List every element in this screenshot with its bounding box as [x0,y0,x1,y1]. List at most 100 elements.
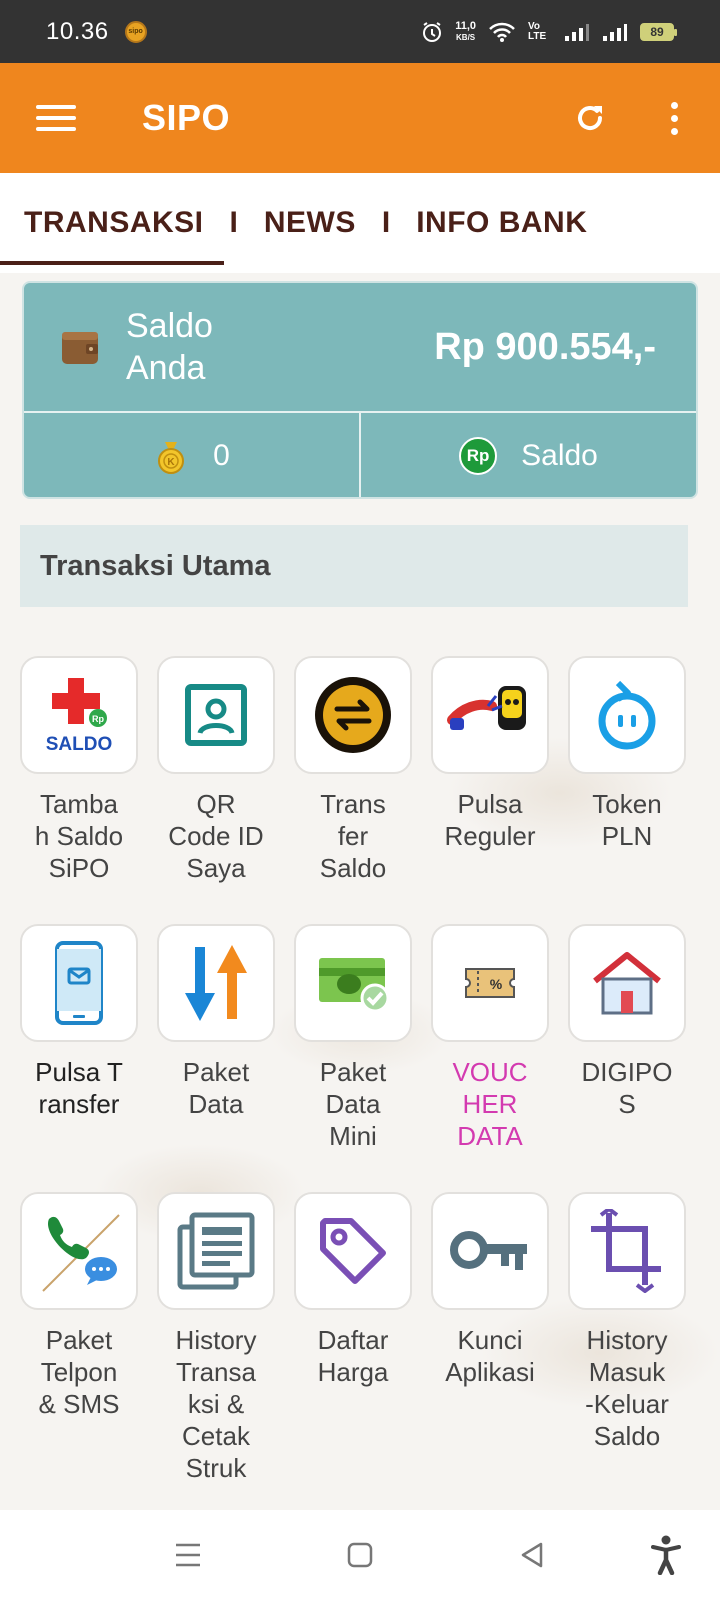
menu-tile[interactable] [20,1192,138,1310]
menu-tile[interactable] [568,656,686,774]
menu-tile[interactable] [157,924,275,1042]
menu-label-line: Daftar [317,1325,389,1355]
menu-item-transfer-saldo[interactable]: Trans fer Saldo [294,656,412,884]
svg-text:%: % [490,976,503,992]
menu-label-line: Struk [185,1453,247,1483]
menu-item-paket-data[interactable]: Paket Data [157,924,275,1120]
app-bar: SIPO [0,63,720,173]
menu-item-paket-data-mini[interactable]: Paket Data Mini [294,924,412,1152]
status-icons: 11,0 KB/S Vo LTE 89 [421,20,677,43]
menu-label-line: VOUC [452,1057,528,1087]
menu-tile[interactable] [294,656,412,774]
menu-item-pulsa-transfer[interactable]: Pulsa T ransfer [20,924,138,1120]
menu-tile[interactable] [568,924,686,1042]
menu-label-line: -Keluar [585,1389,669,1419]
status-bar: 10.36 sipo 11,0 KB/S Vo LTE 89 [0,0,720,63]
back-icon[interactable] [512,1535,552,1575]
phone-sms-icon [42,1214,120,1292]
menu-item-digipos[interactable]: DIGIPO S [568,924,686,1120]
menu-label-line: Mini [329,1121,377,1151]
section-header: Transaksi Utama [20,525,688,607]
menu-label: Kunci Aplikasi [431,1324,549,1388]
menu-label-line: Pulsa T [35,1057,123,1087]
hamburger-icon[interactable] [36,98,76,138]
menu-label-line: DATA [457,1121,523,1151]
menu-label: Paket Data [157,1056,275,1120]
menu-label-line: HER [462,1089,518,1119]
tab-news[interactable]: NEWS [264,206,356,240]
wallet-icon [62,332,98,364]
speed-unit: KB/S [456,32,476,42]
menu-item-token-pln[interactable]: Token PLN [568,656,686,852]
menu-item-tambah-saldo[interactable]: Rp SALDO Tamba h Saldo SiPO [20,656,138,884]
menu-tile[interactable] [157,656,275,774]
menu-label-line: Masuk [588,1357,666,1387]
menu-item-history-saldo[interactable]: History Masuk -Keluar Saldo [568,1192,686,1452]
signal-1-icon [565,23,589,41]
alarm-icon [423,21,442,42]
battery-level: 89 [650,24,664,39]
menu-item-history-transaksi[interactable]: History Transa ksi & Cetak Struk [157,1192,275,1484]
svg-text:Rp: Rp [92,714,104,724]
tab-separator: I [381,206,391,239]
menu-item-kunci-aplikasi[interactable]: Kunci Aplikasi [431,1192,549,1388]
balance-actions: K 0 Rp Saldo [24,413,696,497]
menu-tile[interactable] [568,1192,686,1310]
menu-label: DIGIPO S [568,1056,686,1120]
menu-label: Trans fer Saldo [294,788,412,884]
accessibility-icon[interactable] [646,1532,686,1578]
menu-label-line: Trans [320,789,386,819]
menu-tile[interactable]: Rp SALDO [20,656,138,774]
up-down-arrows-icon [185,945,247,1021]
menu-tile[interactable] [20,924,138,1042]
menu-tile[interactable] [294,924,412,1042]
menu-item-paket-telpon-sms[interactable]: Paket Telpon & SMS [20,1192,138,1420]
recents-icon[interactable] [168,1535,208,1575]
tab-info-bank[interactable]: INFO BANK [416,206,587,240]
menu-label-line: Paket [182,1057,250,1087]
tab-separator: I [229,206,238,239]
menu-item-voucher-data[interactable]: % VOUC HER DATA [431,924,549,1152]
menu-label-line: SiPO [48,853,110,883]
tab-bar: TRANSAKSI I NEWS I INFO BANK [0,173,720,273]
content-area: Saldo Anda Rp 900.554,- K 0 Rp Saldo Tra… [0,273,720,1510]
points-button[interactable]: K 0 [24,413,359,497]
history-doc-icon [177,1212,255,1290]
menu-label-line: Telpon [40,1357,118,1387]
home-icon[interactable] [340,1535,380,1575]
balance-row: Saldo Anda Rp 900.554,- [24,283,696,413]
menu-item-daftar-harga[interactable]: Daftar Harga [294,1192,412,1388]
menu-label: VOUC HER DATA [431,1056,549,1152]
menu-label: Pulsa Reguler [431,788,549,852]
menu-tile[interactable] [157,1192,275,1310]
menu-label: Paket Telpon & SMS [20,1324,138,1420]
menu-tile[interactable] [431,656,549,774]
menu-label-line: QR [196,789,236,819]
tab-transaksi[interactable]: TRANSAKSI [24,206,204,240]
menu-label-line: Paket [319,1057,387,1087]
menu-label-line: Paket [45,1325,113,1355]
menu-label-line: History [175,1325,257,1355]
volte-icon: Vo LTE [528,20,547,42]
rp-icon: Rp [459,437,498,475]
more-vertical-icon[interactable] [654,93,694,143]
qr-id-icon [185,684,247,746]
network-speed: 11,0 KB/S [455,20,476,43]
menu-label-line: Data [188,1089,244,1119]
menu-label: History Masuk -Keluar Saldo [568,1324,686,1452]
add-saldo-icon: Rp SALDO [46,678,112,755]
menu-item-pulsa-reguler[interactable]: Pulsa Reguler [431,656,549,852]
menu-item-qr-code[interactable]: QR Code ID Saya [157,656,275,884]
menu-label-line: History [586,1325,668,1355]
saldo-button[interactable]: Rp Saldo [359,413,696,497]
refresh-icon[interactable] [570,98,610,138]
menu-tile[interactable] [431,1192,549,1310]
menu-tile[interactable]: % [431,924,549,1042]
battery-icon: 89 [640,22,677,41]
pulsa-reguler-icon [447,686,526,730]
menu-label-line: h Saldo [34,821,124,851]
menu-label-line: Reguler [444,821,536,851]
balance-label: Saldo Anda [126,307,213,387]
menu-tile[interactable] [294,1192,412,1310]
menu-label-line: Tamba [39,789,119,819]
